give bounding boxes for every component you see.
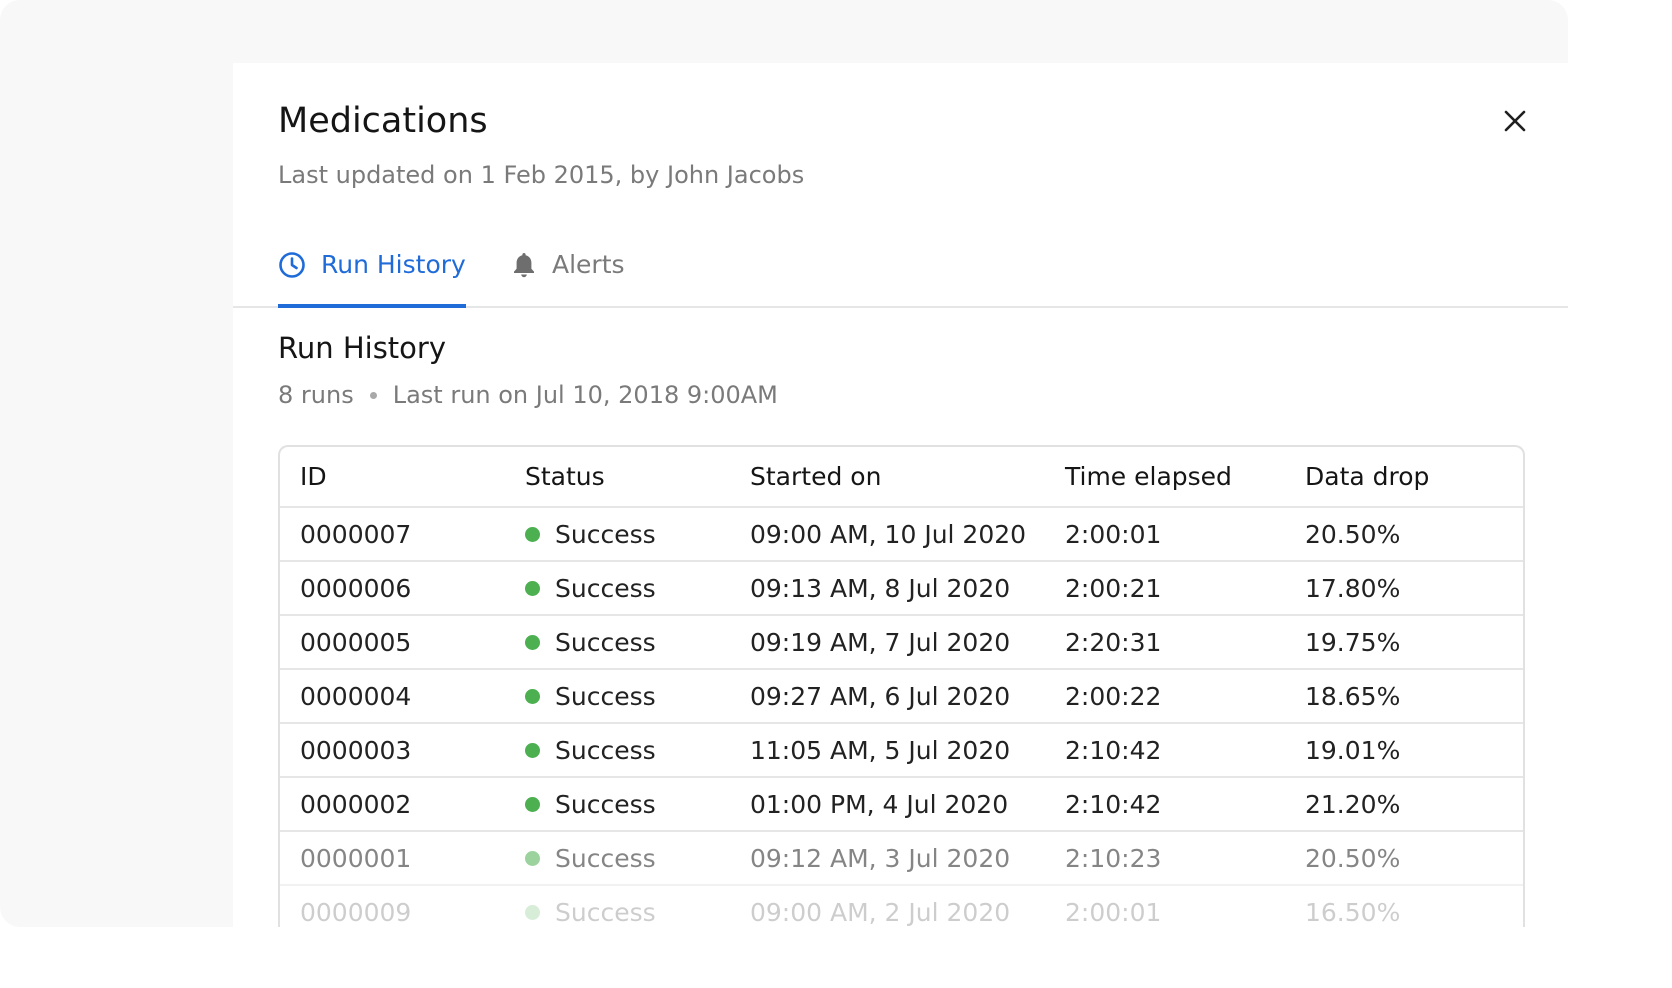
run-time-elapsed: 2:10:23: [1065, 843, 1162, 873]
run-time-elapsed: 2:00:22: [1065, 681, 1162, 711]
separator-dot: [369, 391, 377, 399]
run-meta: 8 runs Last run on Jul 10, 2018 9:00AM: [278, 381, 778, 409]
run-time-elapsed: 2:10:42: [1065, 735, 1162, 765]
status-dot-icon: [525, 634, 540, 650]
run-status: Success: [525, 616, 656, 668]
table-row[interactable]: 0000009 Success 09:00 AM, 2 Jul 2020 2:0…: [280, 886, 1523, 927]
background: Medications Last updated on 1 Feb 2015, …: [0, 0, 1568, 927]
table-row[interactable]: 0000007 Success 09:00 AM, 10 Jul 2020 2:…: [280, 508, 1523, 562]
tab-bar: Run History Alerts: [233, 223, 1568, 308]
close-icon: [1503, 109, 1527, 133]
section-title: Run History: [278, 331, 446, 365]
table-row[interactable]: 0000005 Success 09:19 AM, 7 Jul 2020 2:2…: [280, 616, 1523, 670]
run-time-elapsed: 2:20:31: [1065, 627, 1162, 657]
run-data-drop: 20.50%: [1305, 519, 1401, 549]
status-label: Success: [555, 627, 656, 657]
status-dot-icon: [525, 904, 540, 920]
table-row[interactable]: 0000001 Success 09:12 AM, 3 Jul 2020 2:1…: [280, 832, 1523, 886]
run-status: Success: [525, 832, 656, 884]
status-label: Success: [555, 573, 656, 603]
run-data-drop: 21.20%: [1305, 789, 1401, 819]
table-row[interactable]: 0000002 Success 01:00 PM, 4 Jul 2020 2:1…: [280, 778, 1523, 832]
run-id: 0000002: [300, 789, 412, 819]
status-dot-icon: [525, 526, 540, 542]
status-dot-icon: [525, 742, 540, 758]
run-status: Success: [525, 724, 656, 776]
run-id: 0000003: [300, 735, 412, 765]
run-time-elapsed: 2:00:21: [1065, 573, 1162, 603]
table-row[interactable]: 0000004 Success 09:27 AM, 6 Jul 2020 2:0…: [280, 670, 1523, 724]
run-started-on: 09:00 AM, 2 Jul 2020: [750, 897, 1011, 927]
tab-label: Alerts: [552, 250, 625, 279]
run-id: 0000006: [300, 573, 412, 603]
run-started-on: 09:00 AM, 10 Jul 2020: [750, 519, 1027, 549]
clock-icon: [278, 251, 306, 279]
run-history-table: ID Status Started on Time elapsed Data d…: [278, 445, 1525, 927]
header-id[interactable]: ID: [300, 447, 327, 506]
run-time-elapsed: 2:00:01: [1065, 897, 1162, 927]
status-label: Success: [555, 681, 656, 711]
status-label: Success: [555, 519, 656, 549]
run-data-drop: 16.50%: [1305, 897, 1401, 927]
status-dot-icon: [525, 850, 540, 866]
status-label: Success: [555, 789, 656, 819]
bell-icon: [511, 251, 537, 279]
header-time-elapsed[interactable]: Time elapsed: [1065, 447, 1232, 506]
status-dot-icon: [525, 688, 540, 704]
run-started-on: 09:27 AM, 6 Jul 2020: [750, 681, 1011, 711]
run-id: 0000001: [300, 843, 412, 873]
runs-count: 8 runs: [278, 381, 354, 409]
tab-run-history[interactable]: Run History: [278, 223, 466, 308]
run-data-drop: 19.75%: [1305, 627, 1401, 657]
header-started-on[interactable]: Started on: [750, 447, 881, 506]
run-data-drop: 20.50%: [1305, 843, 1401, 873]
table-row[interactable]: 0000006 Success 09:13 AM, 8 Jul 2020 2:0…: [280, 562, 1523, 616]
run-data-drop: 19.01%: [1305, 735, 1401, 765]
header-status[interactable]: Status: [525, 447, 605, 506]
status-dot-icon: [525, 796, 540, 812]
run-id: 0000007: [300, 519, 412, 549]
status-label: Success: [555, 897, 656, 927]
run-started-on: 01:00 PM, 4 Jul 2020: [750, 789, 1009, 819]
table-header: ID Status Started on Time elapsed Data d…: [280, 447, 1523, 508]
run-status: Success: [525, 778, 656, 830]
tab-alerts[interactable]: Alerts: [511, 223, 625, 306]
run-data-drop: 17.80%: [1305, 573, 1401, 603]
tab-label: Run History: [321, 250, 466, 279]
close-button[interactable]: [1495, 101, 1535, 141]
run-started-on: 09:12 AM, 3 Jul 2020: [750, 843, 1011, 873]
medications-panel: Medications Last updated on 1 Feb 2015, …: [233, 63, 1568, 927]
run-time-elapsed: 2:10:42: [1065, 789, 1162, 819]
run-data-drop: 18.65%: [1305, 681, 1401, 711]
status-label: Success: [555, 735, 656, 765]
run-status: Success: [525, 562, 656, 614]
status-label: Success: [555, 843, 656, 873]
run-id: 0000005: [300, 627, 412, 657]
last-run: Last run on Jul 10, 2018 9:00AM: [392, 381, 778, 409]
run-time-elapsed: 2:00:01: [1065, 519, 1162, 549]
run-status: Success: [525, 670, 656, 722]
run-status: Success: [525, 886, 656, 927]
run-started-on: 09:19 AM, 7 Jul 2020: [750, 627, 1011, 657]
status-dot-icon: [525, 580, 540, 596]
run-id: 0000004: [300, 681, 412, 711]
run-started-on: 09:13 AM, 8 Jul 2020: [750, 573, 1011, 603]
run-status: Success: [525, 508, 656, 560]
table-row[interactable]: 0000003 Success 11:05 AM, 5 Jul 2020 2:1…: [280, 724, 1523, 778]
run-started-on: 11:05 AM, 5 Jul 2020: [750, 735, 1011, 765]
panel-subtitle: Last updated on 1 Feb 2015, by John Jaco…: [278, 161, 805, 189]
header-data-drop[interactable]: Data drop: [1305, 447, 1429, 506]
run-id: 0000009: [300, 897, 412, 927]
panel-title: Medications: [278, 101, 488, 141]
